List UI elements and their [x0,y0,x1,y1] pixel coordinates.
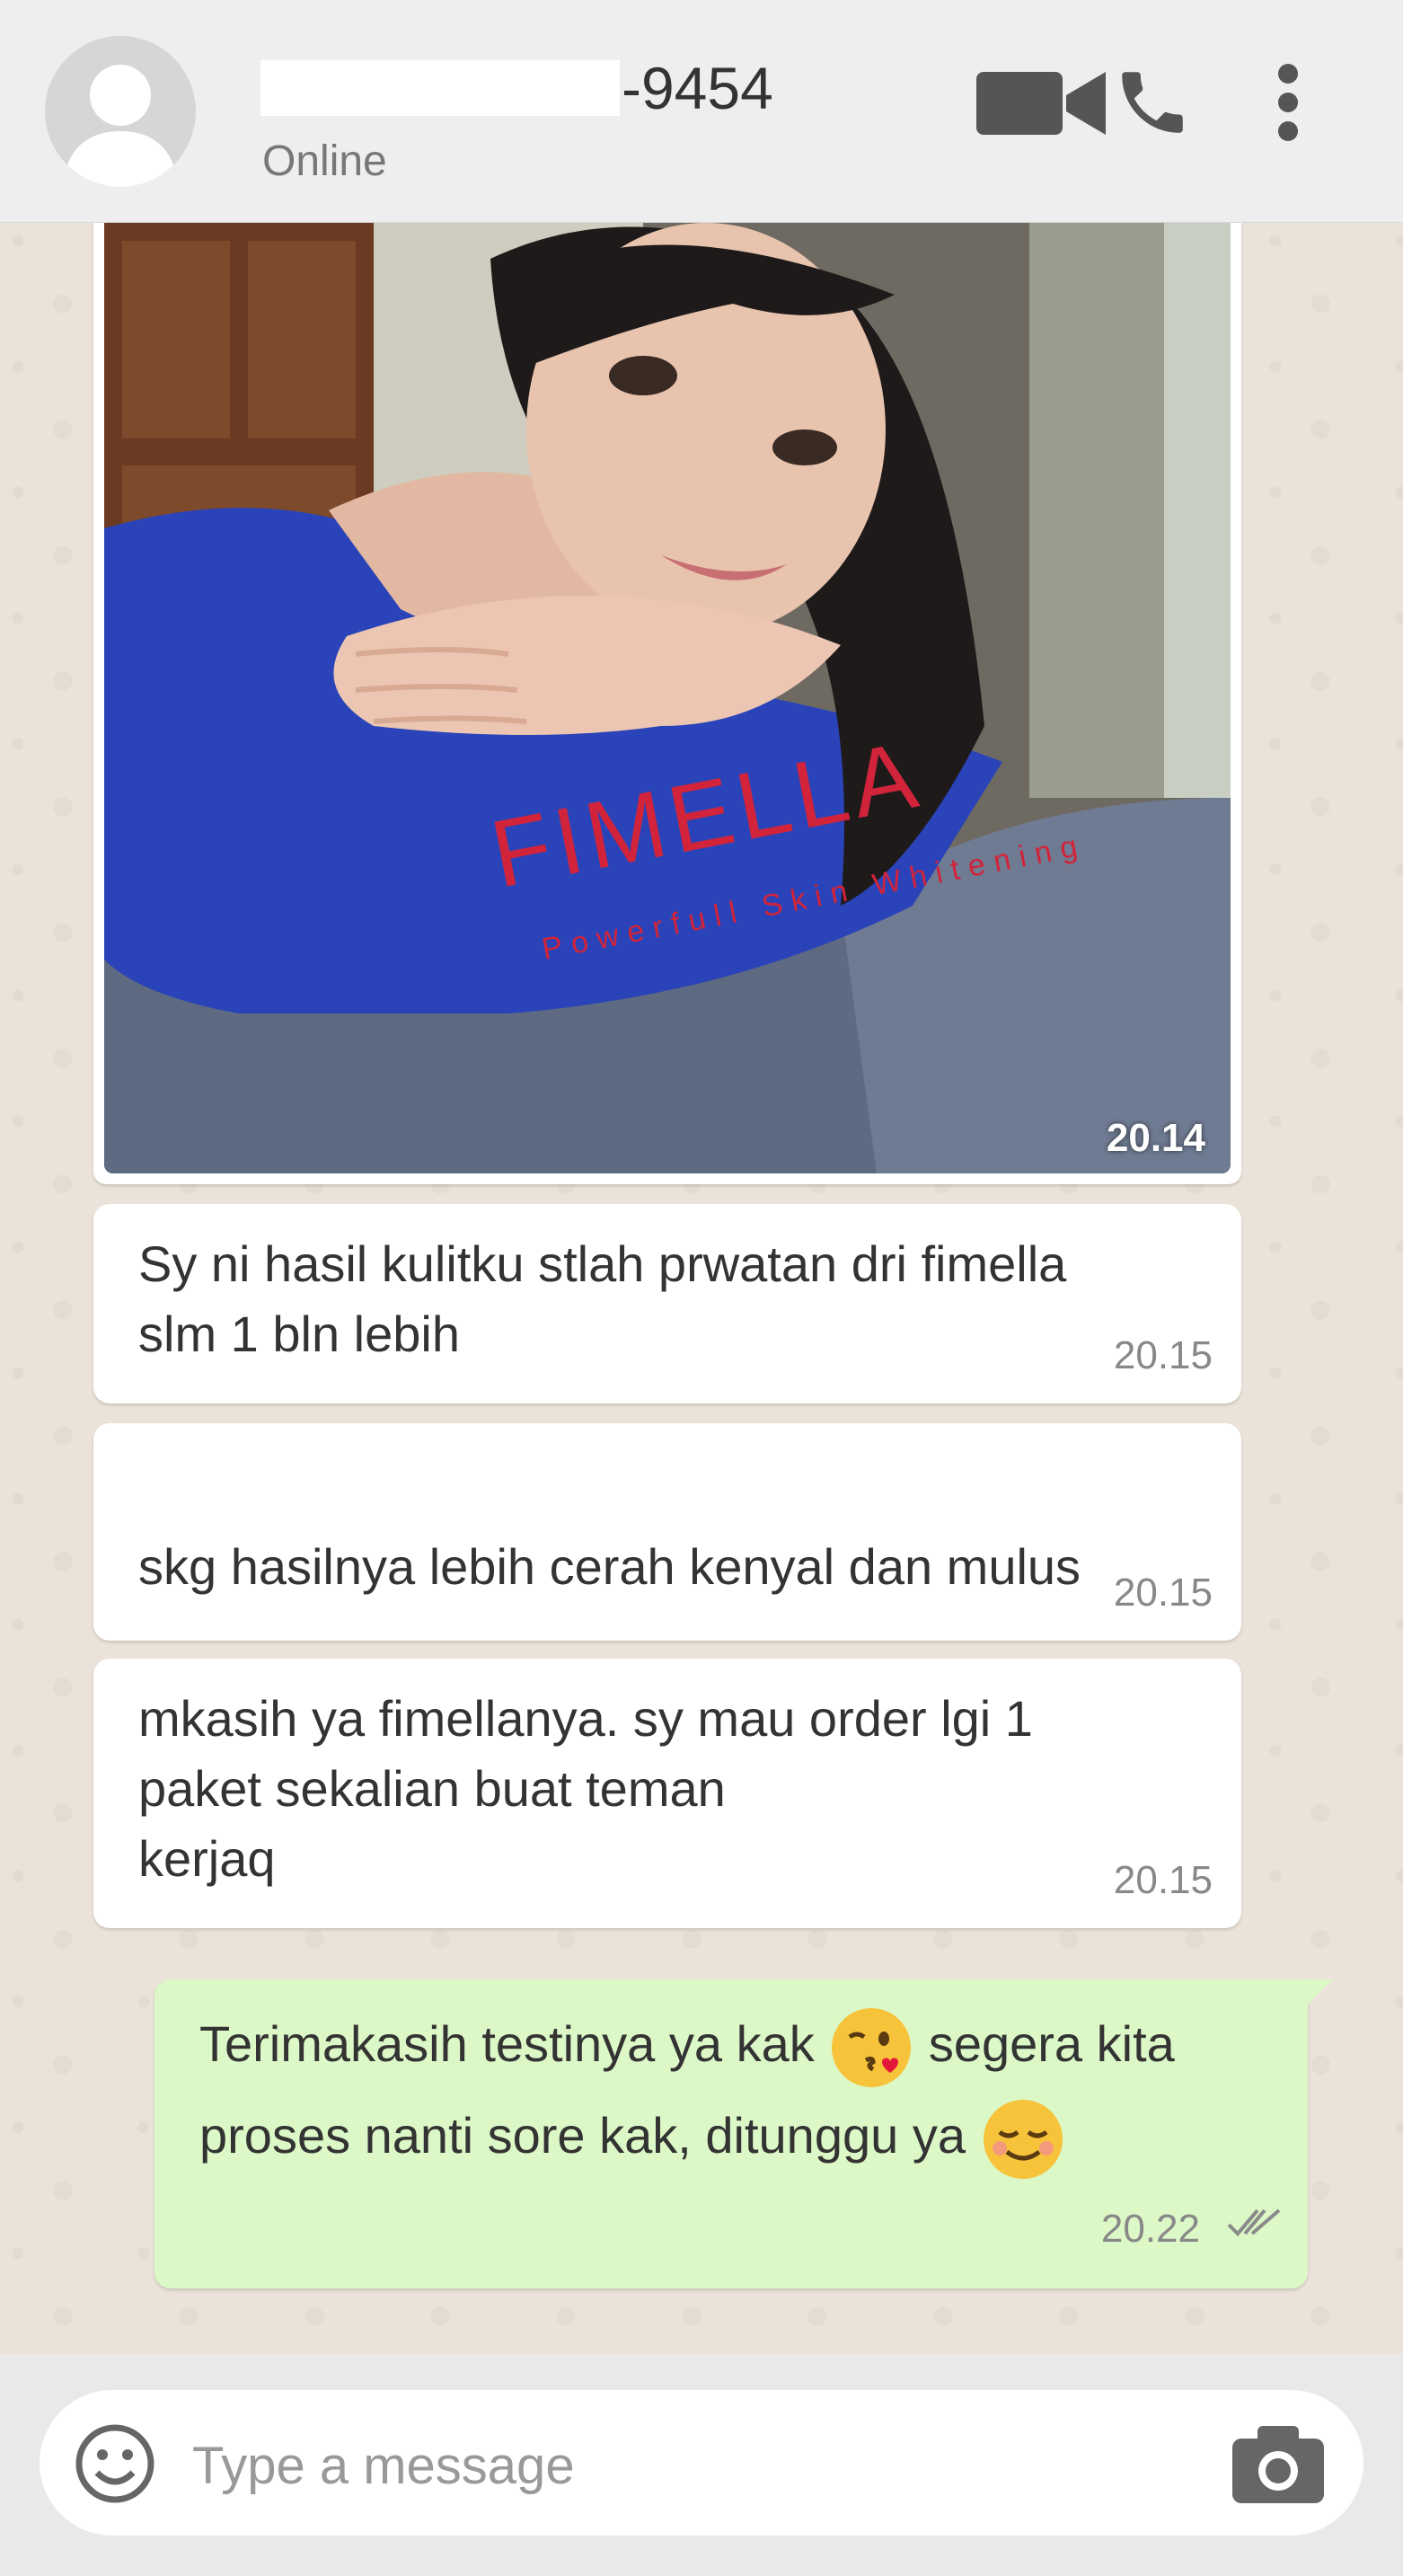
message-text: mkasih ya fimellanya. sy mau order lgi 1… [138,1690,1033,1887]
message-time: 20.22 [1100,2207,1200,2251]
chat-header: -9454 Online [0,0,1403,223]
message-input[interactable] [190,2433,1227,2498]
image-message-bubble[interactable]: FIMELLA Powerfull Skin Whitening 20.14 [93,223,1241,1184]
message-time: 20.15 [1113,1571,1213,1615]
default-avatar-icon [63,65,178,187]
camera-button[interactable] [1229,2421,1328,2511]
incoming-message-bubble[interactable]: Sy ni hasil kulitku stlah prwatan dri fi… [93,1204,1241,1403]
kiss-wink-emoji-icon [832,2008,912,2088]
message-content: Terimakasih testinya ya kak segera kita … [199,1999,1175,2182]
contact-status: Online [262,137,387,185]
message-input-container [40,2390,1363,2536]
video-call-button[interactable] [975,63,1107,148]
message-time: 20.15 [1113,1858,1213,1902]
incoming-message-bubble[interactable]: skg hasilnya lebih cerah kenyal dan mulu… [93,1423,1241,1855]
video-call-icon [976,72,1106,135]
message-time: 20.15 [1113,1333,1213,1377]
contact-name-suffix: -9454 [622,55,773,121]
message-text: skg hasilnya lebih cerah kenyal dan mulu… [138,1538,1081,1595]
emoji-button[interactable] [72,2421,158,2511]
redacted-number-block [260,59,620,116]
camera-icon [1232,2426,1324,2503]
read-ticks-icon [1225,2177,1283,2267]
photo-illustration: FIMELLA Powerfull Skin Whitening [104,223,1231,1173]
contact-name[interactable]: -9454 [260,54,773,122]
message-text-part: Terimakasih testinya ya kak [199,2015,815,2072]
message-text-part: segera kita [928,2015,1175,2072]
message-text-part: proses nanti sore kak, ditunggu ya [199,2107,966,2164]
relieved-smile-emoji-icon [983,2100,1063,2180]
outgoing-message-bubble[interactable]: Terimakasih testinya ya kak segera kita … [154,1979,1308,2288]
voice-call-icon [1122,72,1183,133]
voice-call-button[interactable] [1112,59,1193,150]
shared-photo[interactable]: FIMELLA Powerfull Skin Whitening 20.14 [104,223,1231,1173]
incoming-message-bubble[interactable]: mkasih ya fimellanya. sy mau order lgi 1… [93,1659,1241,1928]
message-text: Sy ni hasil kulitku stlah prwatan dri fi… [138,1235,1067,1362]
message-time: 20.14 [1106,1116,1205,1160]
contact-avatar[interactable] [45,36,196,187]
composer-bar [0,2354,1403,2576]
emoji-smiley-icon [75,2424,154,2503]
more-options-button[interactable] [1268,59,1308,150]
more-options-icon [1278,64,1298,141]
outgoing-bubble-tail [1304,1979,1333,2008]
